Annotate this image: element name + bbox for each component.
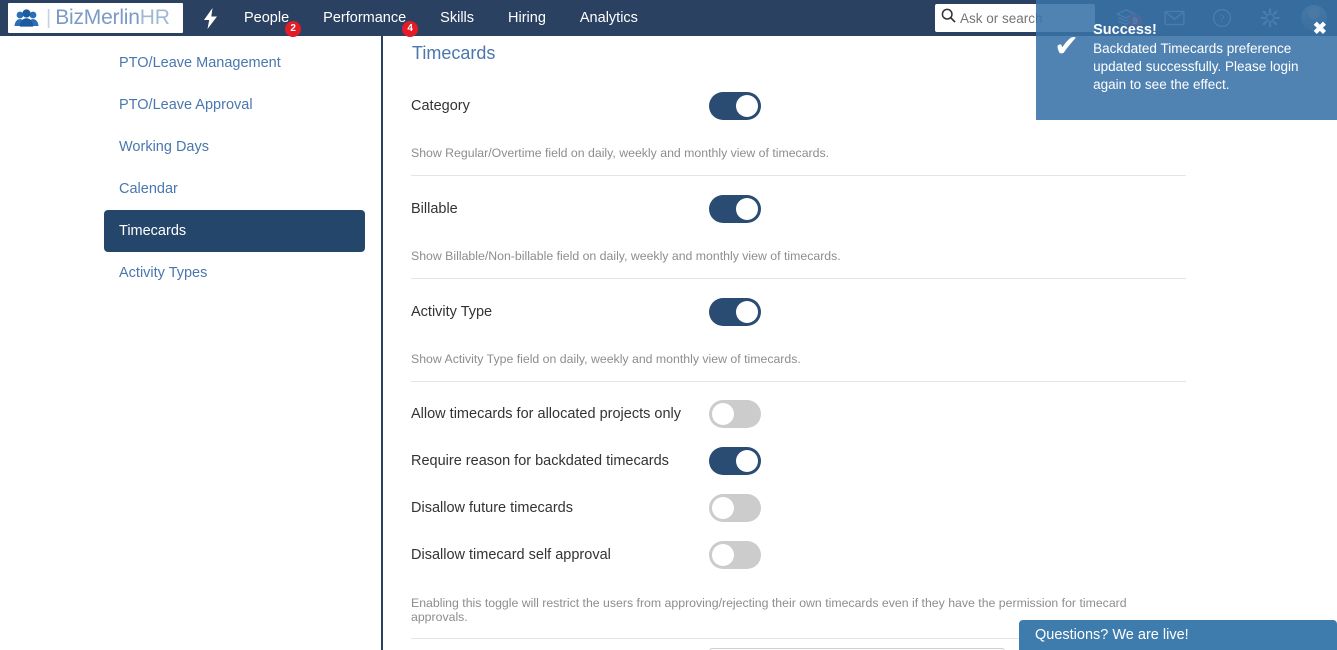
divider <box>411 278 1186 279</box>
toggle-category[interactable] <box>709 92 761 120</box>
setting-label: Require reason for backdated timecards <box>411 453 709 469</box>
toast-body: Success! Backdated Timecards preference … <box>1093 22 1309 120</box>
main-content: Timecards Category Show Regular/Overtime… <box>385 36 1337 650</box>
sidebar-item-pto-leave-approval[interactable]: PTO/Leave Approval <box>104 84 365 126</box>
sidebar-item-calendar[interactable]: Calendar <box>104 168 365 210</box>
setting-label: Disallow future timecards <box>411 500 709 516</box>
timecard-settings-list: Category Show Regular/Overtime field on … <box>411 86 1186 650</box>
divider <box>411 381 1186 382</box>
nav-item-performance[interactable]: Performance 4 <box>323 10 406 26</box>
setting-row-backdated-reason: Require reason for backdated timecards <box>411 441 1186 481</box>
sidebar-item-activity-types[interactable]: Activity Types <box>104 252 365 294</box>
setting-label: Billable <box>411 201 709 217</box>
sidebar-item-pto-leave-management[interactable]: PTO/Leave Management <box>104 42 365 84</box>
sidebar-item-working-days[interactable]: Working Days <box>104 126 365 168</box>
sidebar-item-label: PTO/Leave Management <box>119 55 281 71</box>
nav-item-people[interactable]: People 2 <box>244 10 289 26</box>
sidebar-item-label: Working Days <box>119 139 209 155</box>
toggle-activity-type[interactable] <box>709 298 761 326</box>
sidebar-item-label: Calendar <box>119 181 178 197</box>
nav-item-skills[interactable]: Skills <box>440 10 474 26</box>
toggle-disallow-future[interactable] <box>709 494 761 522</box>
check-icon: ✔ <box>1054 32 1079 120</box>
divider <box>411 175 1186 176</box>
setting-helper-category: Show Regular/Overtime field on daily, we… <box>411 144 1186 160</box>
search-icon <box>941 8 956 28</box>
app-logo[interactable]: | BizMerlinHR <box>8 3 183 33</box>
toast-title: Success! <box>1093 22 1309 38</box>
sidebar-item-label: PTO/Leave Approval <box>119 97 253 113</box>
nav-label: People <box>244 10 289 26</box>
toggle-billable[interactable] <box>709 195 761 223</box>
toggle-backdated-reason[interactable] <box>709 447 761 475</box>
setting-label: Allow timecards for allocated projects o… <box>411 406 709 422</box>
sidebar-item-timecards[interactable]: Timecards <box>104 210 365 252</box>
nav-badge-performance: 4 <box>402 21 418 37</box>
toggle-disallow-self-approval[interactable] <box>709 541 761 569</box>
setting-label: Disallow timecard self approval <box>411 547 709 563</box>
people-logo-icon <box>14 8 40 28</box>
toast-message: Backdated Timecards preference updated s… <box>1093 40 1309 94</box>
setting-helper-activity-type: Show Activity Type field on daily, weekl… <box>411 350 1186 366</box>
secondary-sidebar: PTO/Leave Management PTO/Leave Approval … <box>0 36 383 650</box>
setting-row-disallow-future: Disallow future timecards <box>411 488 1186 528</box>
sidebar-item-label: Timecards <box>119 223 186 239</box>
setting-row-billable: Billable <box>411 189 1186 229</box>
nav-item-hiring[interactable]: Hiring <box>508 10 546 26</box>
setting-label: Activity Type <box>411 304 709 320</box>
lightning-bolt-icon[interactable] <box>203 8 218 29</box>
logo-divider: | <box>46 7 51 30</box>
close-icon[interactable]: ✖ <box>1313 20 1327 37</box>
success-toast: ✔ Success! Backdated Timecards preferenc… <box>1036 0 1337 120</box>
setting-label: Category <box>411 98 709 114</box>
setting-row-activity-type: Activity Type <box>411 292 1186 332</box>
nav-badge-people: 2 <box>285 21 301 37</box>
nav-item-analytics[interactable]: Analytics <box>580 10 638 26</box>
chat-widget-label: Questions? We are live! <box>1035 627 1189 643</box>
logo-wordmark: BizMerlinHR <box>55 6 170 30</box>
setting-row-disallow-self-approval: Disallow timecard self approval <box>411 535 1186 575</box>
toggle-allocated-projects-only[interactable] <box>709 400 761 428</box>
setting-helper-billable: Show Billable/Non-billable field on dail… <box>411 247 1186 263</box>
sidebar-item-label: Activity Types <box>119 265 207 281</box>
nav-label: Performance <box>323 10 406 26</box>
live-chat-widget[interactable]: Questions? We are live! <box>1019 620 1337 650</box>
primary-nav: People 2 Performance 4 Skills Hiring Ana… <box>244 10 672 26</box>
setting-row-allocated-projects-only: Allow timecards for allocated projects o… <box>411 394 1186 434</box>
